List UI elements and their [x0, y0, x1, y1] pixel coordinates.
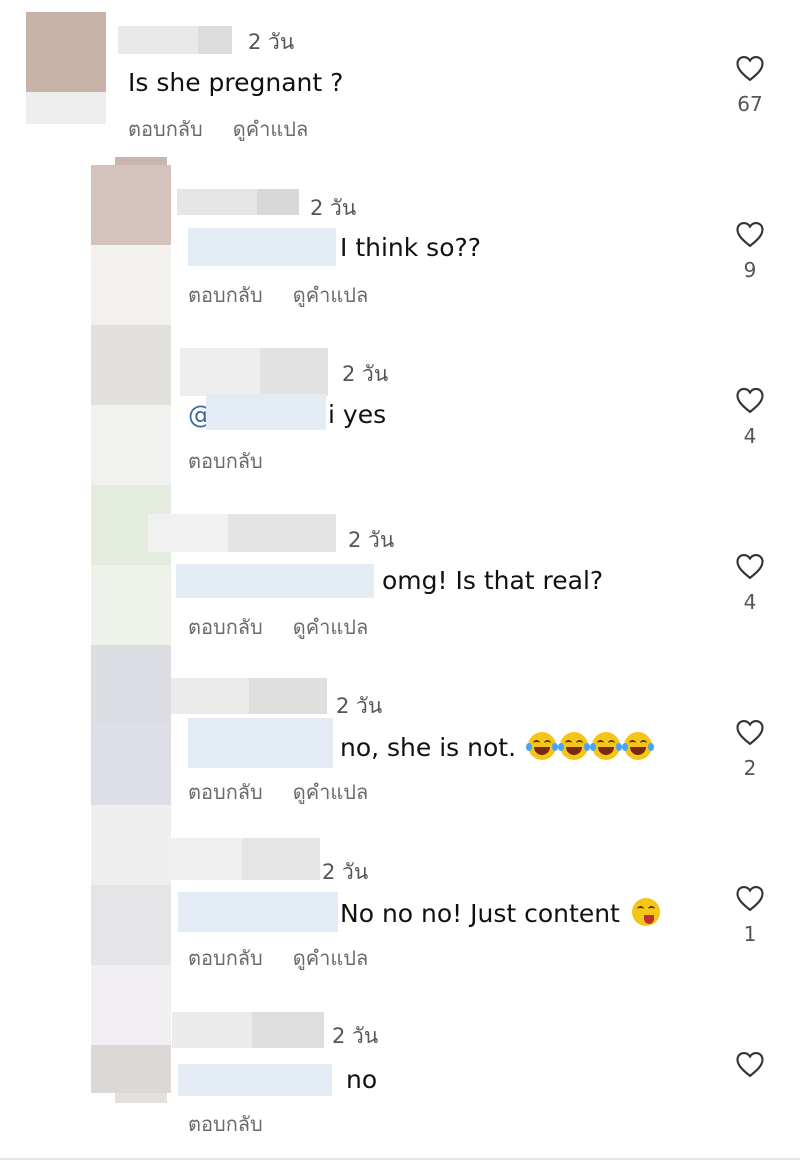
- comment-text: i yes: [328, 400, 387, 429]
- like-control: 67: [730, 54, 770, 116]
- comment-username-blur: [260, 348, 328, 396]
- like-count: 9: [743, 258, 757, 282]
- reply-avatar-column: [115, 157, 167, 165]
- reply-button[interactable]: ตอบกลับ: [188, 283, 263, 307]
- avatar-blur: [91, 725, 171, 805]
- heart-outline-icon[interactable]: [735, 220, 765, 248]
- avatar-blur: [91, 885, 171, 965]
- reply-button[interactable]: ตอบกลับ: [188, 1112, 263, 1136]
- mention-blur[interactable]: [176, 564, 374, 598]
- comment-actions: ตอบกลับ ดูคำแปล: [188, 776, 398, 808]
- comment-username-blur: [228, 514, 336, 552]
- comment-text: no: [346, 1065, 378, 1094]
- face-with-tears-of-joy-icon: [590, 732, 622, 760]
- comment-text: omg! Is that real?: [382, 566, 604, 595]
- comment-username-blur[interactable]: [172, 1012, 252, 1048]
- translate-button[interactable]: ดูคำแปล: [233, 117, 308, 141]
- mention-blur[interactable]: [178, 892, 338, 932]
- reply-button[interactable]: ตอบกลับ: [188, 946, 263, 970]
- reply-button[interactable]: ตอบกลับ: [188, 449, 263, 473]
- face-with-tears-of-joy-icon: [526, 732, 558, 760]
- like-count: 67: [737, 92, 763, 116]
- avatar[interactable]: [91, 645, 171, 725]
- face-with-tears-of-joy-icon: [558, 732, 590, 760]
- avatar-blur: [91, 245, 171, 325]
- comment-text-body: no, she is not.: [340, 733, 517, 762]
- comment-actions: ตอบกลับ ดูคำแปล: [188, 611, 398, 643]
- translate-button[interactable]: ดูคำแปล: [293, 946, 368, 970]
- reply-button[interactable]: ตอบกลับ: [188, 780, 263, 804]
- avatar[interactable]: [91, 1045, 171, 1093]
- comment-text: No no no! Just content: [340, 898, 660, 928]
- like-control: 4: [730, 386, 770, 448]
- comment-username-blur[interactable]: [177, 189, 257, 215]
- comment-text: Is she pregnant ?: [128, 68, 344, 97]
- comment-actions: ตอบกลับ: [188, 445, 293, 477]
- heart-outline-icon[interactable]: [735, 1050, 765, 1078]
- comment-actions: ตอบกลับ ดูคำแปล: [188, 942, 398, 974]
- translate-button[interactable]: ดูคำแปล: [293, 780, 368, 804]
- comment-time: 2 วัน: [332, 1024, 379, 1048]
- avatar-blur: [91, 565, 171, 645]
- avatar[interactable]: [91, 165, 171, 245]
- like-control: 4: [730, 552, 770, 614]
- comment-username-blur: [257, 189, 299, 215]
- mention-blur[interactable]: [188, 228, 336, 266]
- comment-username-blur[interactable]: [148, 514, 228, 552]
- comment-text: no, she is not.: [340, 732, 654, 762]
- avatar-blur: [115, 1093, 167, 1103]
- avatar[interactable]: [91, 325, 171, 405]
- avatar[interactable]: [91, 805, 171, 885]
- like-count: 4: [743, 590, 757, 614]
- heart-outline-icon[interactable]: [735, 552, 765, 580]
- comment-actions: ตอบกลับ ดูคำแปล: [128, 113, 338, 145]
- like-control: [730, 1050, 770, 1088]
- comment-username-blur[interactable]: [171, 678, 249, 714]
- like-count: 2: [743, 756, 757, 780]
- comment-username-blur: [252, 1012, 324, 1048]
- comment-time: 2 วัน: [322, 860, 369, 884]
- comment-text-body: No no no! Just content: [340, 899, 620, 928]
- winking-face-with-tongue-icon: [631, 898, 660, 926]
- comment-time: 2 วัน: [348, 528, 395, 552]
- mention-blur[interactable]: [206, 394, 326, 430]
- reply-button[interactable]: ตอบกลับ: [128, 117, 203, 141]
- comment-time: 2 วัน: [342, 362, 389, 386]
- comment-actions: ตอบกลับ ดูคำแปล: [188, 279, 398, 311]
- comment-username-blur[interactable]: [180, 348, 260, 396]
- divider: [0, 1158, 800, 1160]
- like-control: 1: [730, 884, 770, 946]
- like-control: 9: [730, 220, 770, 282]
- heart-outline-icon[interactable]: [735, 54, 765, 82]
- comment-username-blur[interactable]: [162, 838, 242, 880]
- like-count: 1: [743, 922, 757, 946]
- heart-outline-icon[interactable]: [735, 386, 765, 414]
- comment-username-blur[interactable]: [118, 26, 198, 54]
- like-control: 2: [730, 718, 770, 780]
- comment-username-blur: [198, 26, 232, 54]
- avatar[interactable]: [26, 12, 106, 92]
- avatar-blur: [26, 92, 106, 124]
- heart-outline-icon[interactable]: [735, 718, 765, 746]
- comment-time: 2 วัน: [248, 30, 295, 54]
- like-count: 4: [743, 424, 757, 448]
- heart-outline-icon[interactable]: [735, 884, 765, 912]
- translate-button[interactable]: ดูคำแปล: [293, 615, 368, 639]
- comment-time: 2 วัน: [310, 196, 357, 220]
- mention-blur[interactable]: [178, 1064, 332, 1096]
- comment-time: 2 วัน: [336, 694, 383, 718]
- comment-text: I think so??: [340, 233, 482, 262]
- comment-username-blur: [249, 678, 327, 714]
- avatar-blur: [91, 405, 171, 485]
- avatar-blur: [91, 965, 171, 1045]
- mention-blur[interactable]: [188, 718, 333, 768]
- face-with-tears-of-joy-icon: [622, 732, 654, 760]
- comment-username-blur: [242, 838, 320, 880]
- translate-button[interactable]: ดูคำแปล: [293, 283, 368, 307]
- comment-actions: ตอบกลับ: [188, 1108, 293, 1140]
- reply-button[interactable]: ตอบกลับ: [188, 615, 263, 639]
